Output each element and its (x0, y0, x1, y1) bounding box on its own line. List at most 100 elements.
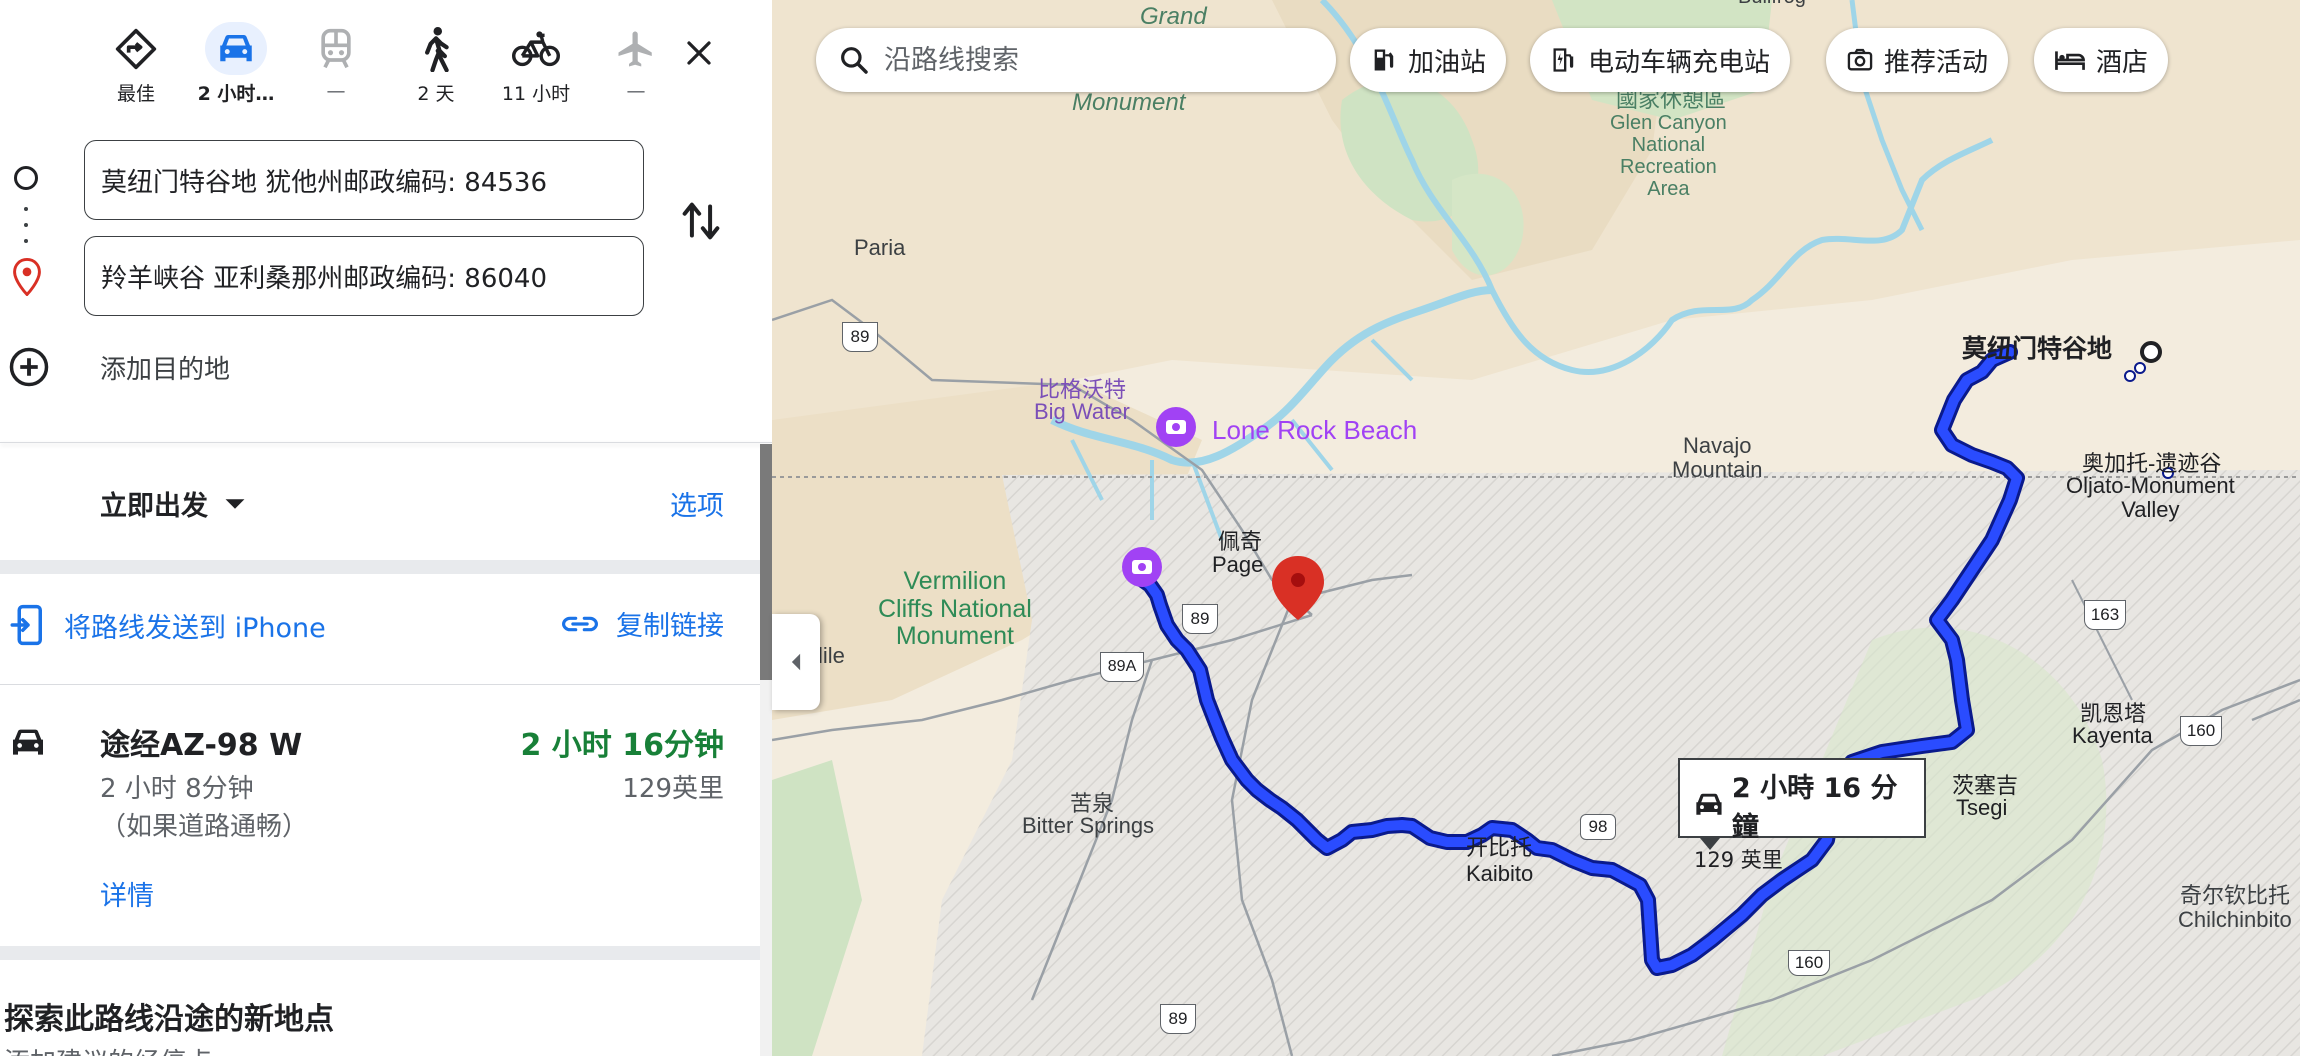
map-label-chilchinbito-en: Chilchinbito (2178, 907, 2292, 932)
mode-transit[interactable]: — (286, 22, 386, 106)
route-search-box[interactable] (816, 28, 1336, 92)
map-label-bitter-en: Bitter Springs (1022, 813, 1155, 838)
destination-field[interactable] (84, 236, 644, 316)
origin-circle-icon (14, 166, 38, 190)
map-label-grand: Grand (1140, 3, 1207, 30)
collapse-panel-button[interactable] (772, 614, 820, 710)
chevron-left-icon (791, 653, 801, 671)
route-options-button[interactable]: 选项 (670, 484, 724, 523)
origin-input[interactable] (101, 165, 643, 195)
add-destination-button[interactable]: 添加目的地 (8, 346, 230, 388)
highway-shield-89: 89 (1182, 604, 1218, 634)
caret-down-icon (225, 498, 245, 509)
highway-shield-89: 89 (842, 322, 878, 352)
map-label-kaibito-en: Kaibito (1466, 861, 1534, 886)
airplane-icon (618, 31, 652, 67)
map-label-page-zh: 佩奇 (1218, 529, 1263, 554)
route-details-button[interactable]: 详情 (100, 874, 154, 913)
explore-title: 探索此路线沿途的新地点 (4, 1002, 334, 1037)
route-duration: 2 小时 16分钟 (520, 728, 724, 763)
destination-pin-icon (12, 257, 42, 300)
train-icon (321, 28, 351, 69)
travel-mode-bar: 最佳 2 小时… — 2 天 11 小时 — (86, 22, 686, 106)
map-label-kaibito-zh: 开比托 (1466, 835, 1533, 860)
route-dots-icon (24, 207, 28, 243)
chip-hotels[interactable]: 酒店 (2034, 28, 2169, 92)
depart-time-dropdown[interactable]: 立即出发 (100, 484, 246, 523)
mode-walk[interactable]: 2 天 (386, 22, 486, 106)
ev-charging-icon (1553, 48, 1574, 72)
route-option-card[interactable]: 途经AZ-98 W 2 小时 16分钟 2 小时 8分钟 129英里 （如果道路… (0, 686, 772, 948)
mode-bike[interactable]: 11 小时 (486, 22, 586, 106)
route-label-distance: 129 英里 (1694, 848, 1783, 872)
camera-icon (1847, 48, 1873, 71)
chip-label: 推荐活动 (1884, 47, 1989, 78)
mode-best[interactable]: 最佳 (86, 22, 186, 106)
map-label-oljato-en: Oljato-Monument Valley (2066, 473, 2235, 523)
send-to-phone-label: 将路线发送到 iPhone (64, 612, 326, 644)
bed-icon (2055, 51, 2085, 70)
map-label-page-en: Page (1212, 552, 1264, 577)
directions-diamond-icon (115, 28, 157, 69)
chip-label: 加油站 (1408, 47, 1487, 78)
map-label-mile: lile (818, 643, 845, 668)
mode-flight[interactable]: — (586, 22, 686, 106)
map-label-vermilion: Vermilion Cliffs National Monument (878, 567, 1032, 650)
route-duration-label[interactable]: 2 小時 16 分鐘 129 英里 (1678, 758, 1926, 872)
mode-label: 11 小时 (501, 83, 571, 105)
route-distance: 129英里 (622, 774, 724, 804)
walking-icon (425, 26, 449, 72)
depart-label: 立即出发 (100, 491, 208, 522)
divider (0, 442, 772, 443)
section-separator (0, 560, 772, 574)
map-graphic (771, 0, 2300, 1056)
add-destination-label: 添加目的地 (100, 354, 231, 385)
route-label-time: 2 小時 16 分鐘 (1731, 773, 1898, 843)
link-icon (561, 616, 599, 631)
map-label-bullfrog: Bullfrog (1738, 0, 1806, 8)
mode-drive[interactable]: 2 小时… (186, 22, 286, 106)
send-to-phone-icon (10, 604, 42, 646)
section-separator (0, 946, 772, 960)
route-note: （如果道路通畅） (100, 812, 309, 842)
chip-gas-stations[interactable]: 加油站 (1350, 28, 1507, 92)
map-label-chilchinbito-zh: 奇尔钦比托 (2180, 883, 2291, 908)
highway-shield-160: 160 (1788, 950, 1830, 976)
search-input[interactable] (884, 44, 1304, 76)
map-label-paria: Paria (854, 235, 906, 260)
scrollbar-thumb[interactable] (760, 444, 772, 680)
copy-link-button[interactable]: 复制链接 (560, 604, 724, 643)
highway-shield-98: 98 (1580, 814, 1616, 840)
map-label-monument-valley[interactable]: 莫纽门特谷地 (1962, 335, 2112, 364)
car-icon (220, 34, 252, 61)
swap-locations-button[interactable] (676, 196, 726, 246)
chip-activities[interactable]: 推荐活动 (1826, 28, 2009, 92)
mode-label: 2 小时… (197, 83, 275, 105)
map-canvas[interactable] (771, 0, 2300, 1056)
map-label-kayenta-en: Kayenta (2072, 723, 2153, 748)
map-label-big-water-en: Big Water (1034, 399, 1130, 424)
highway-shield-89: 89 (1160, 1004, 1196, 1034)
mode-label: — (326, 80, 346, 102)
mode-label: — (626, 80, 646, 102)
highway-shield-163: 163 (2084, 600, 2126, 630)
swap-arrows-icon (682, 202, 720, 240)
chip-ev-charging[interactable]: 电动车辆充电站 (1530, 28, 1791, 92)
chip-label: 酒店 (2096, 47, 2149, 78)
route-name: 途经AZ-98 W (100, 728, 303, 763)
destination-input[interactable] (101, 261, 643, 291)
close-directions-button[interactable] (672, 26, 726, 80)
copy-link-label: 复制链接 (616, 611, 724, 642)
map-label-tsegi-en: Tsegi (1956, 795, 2008, 820)
chip-label: 电动车辆充电站 (1588, 47, 1771, 78)
add-circle-icon (9, 347, 49, 387)
gas-station-icon (1374, 49, 1394, 71)
mode-label: 最佳 (116, 83, 155, 105)
directions-panel: 最佳 2 小时… — 2 天 11 小时 — 莫纽门特谷地 犹他州邮政编码: 8… (0, 0, 772, 1056)
origin-field[interactable] (84, 140, 644, 220)
send-to-phone-button[interactable]: 将路线发送到 iPhone (10, 604, 326, 646)
search-icon (841, 47, 868, 74)
map-label-lone-rock[interactable]: Lone Rock Beach (1212, 416, 1417, 445)
divider (0, 684, 772, 685)
car-icon (8, 726, 48, 764)
